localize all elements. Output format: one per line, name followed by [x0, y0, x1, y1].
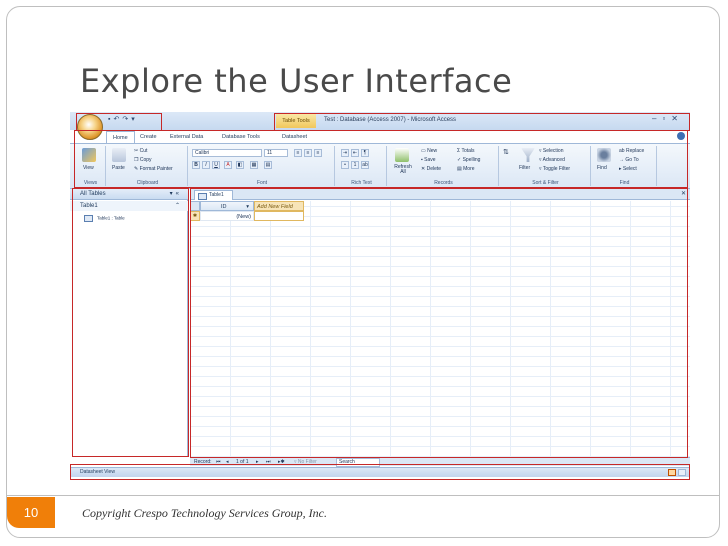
- page-number: 10: [7, 497, 55, 528]
- annotation-status-bar: [70, 464, 690, 480]
- annotation-ribbon: [74, 130, 688, 188]
- annotation-document-area: [190, 188, 688, 458]
- footer-divider: [6, 495, 720, 496]
- annotation-title-bar: [274, 113, 690, 131]
- annotation-office-button-qat: [76, 113, 162, 131]
- copyright-text: Copyright Crespo Technology Services Gro…: [82, 506, 327, 520]
- slide: Explore the User Interface ▪↶↷▾ Table To…: [0, 0, 728, 546]
- annotation-navigation-pane: [72, 188, 189, 457]
- slide-title: Explore the User Interface: [80, 62, 513, 100]
- access-window-screenshot: ▪↶↷▾ Table Tools Test : Database (Access…: [70, 112, 690, 482]
